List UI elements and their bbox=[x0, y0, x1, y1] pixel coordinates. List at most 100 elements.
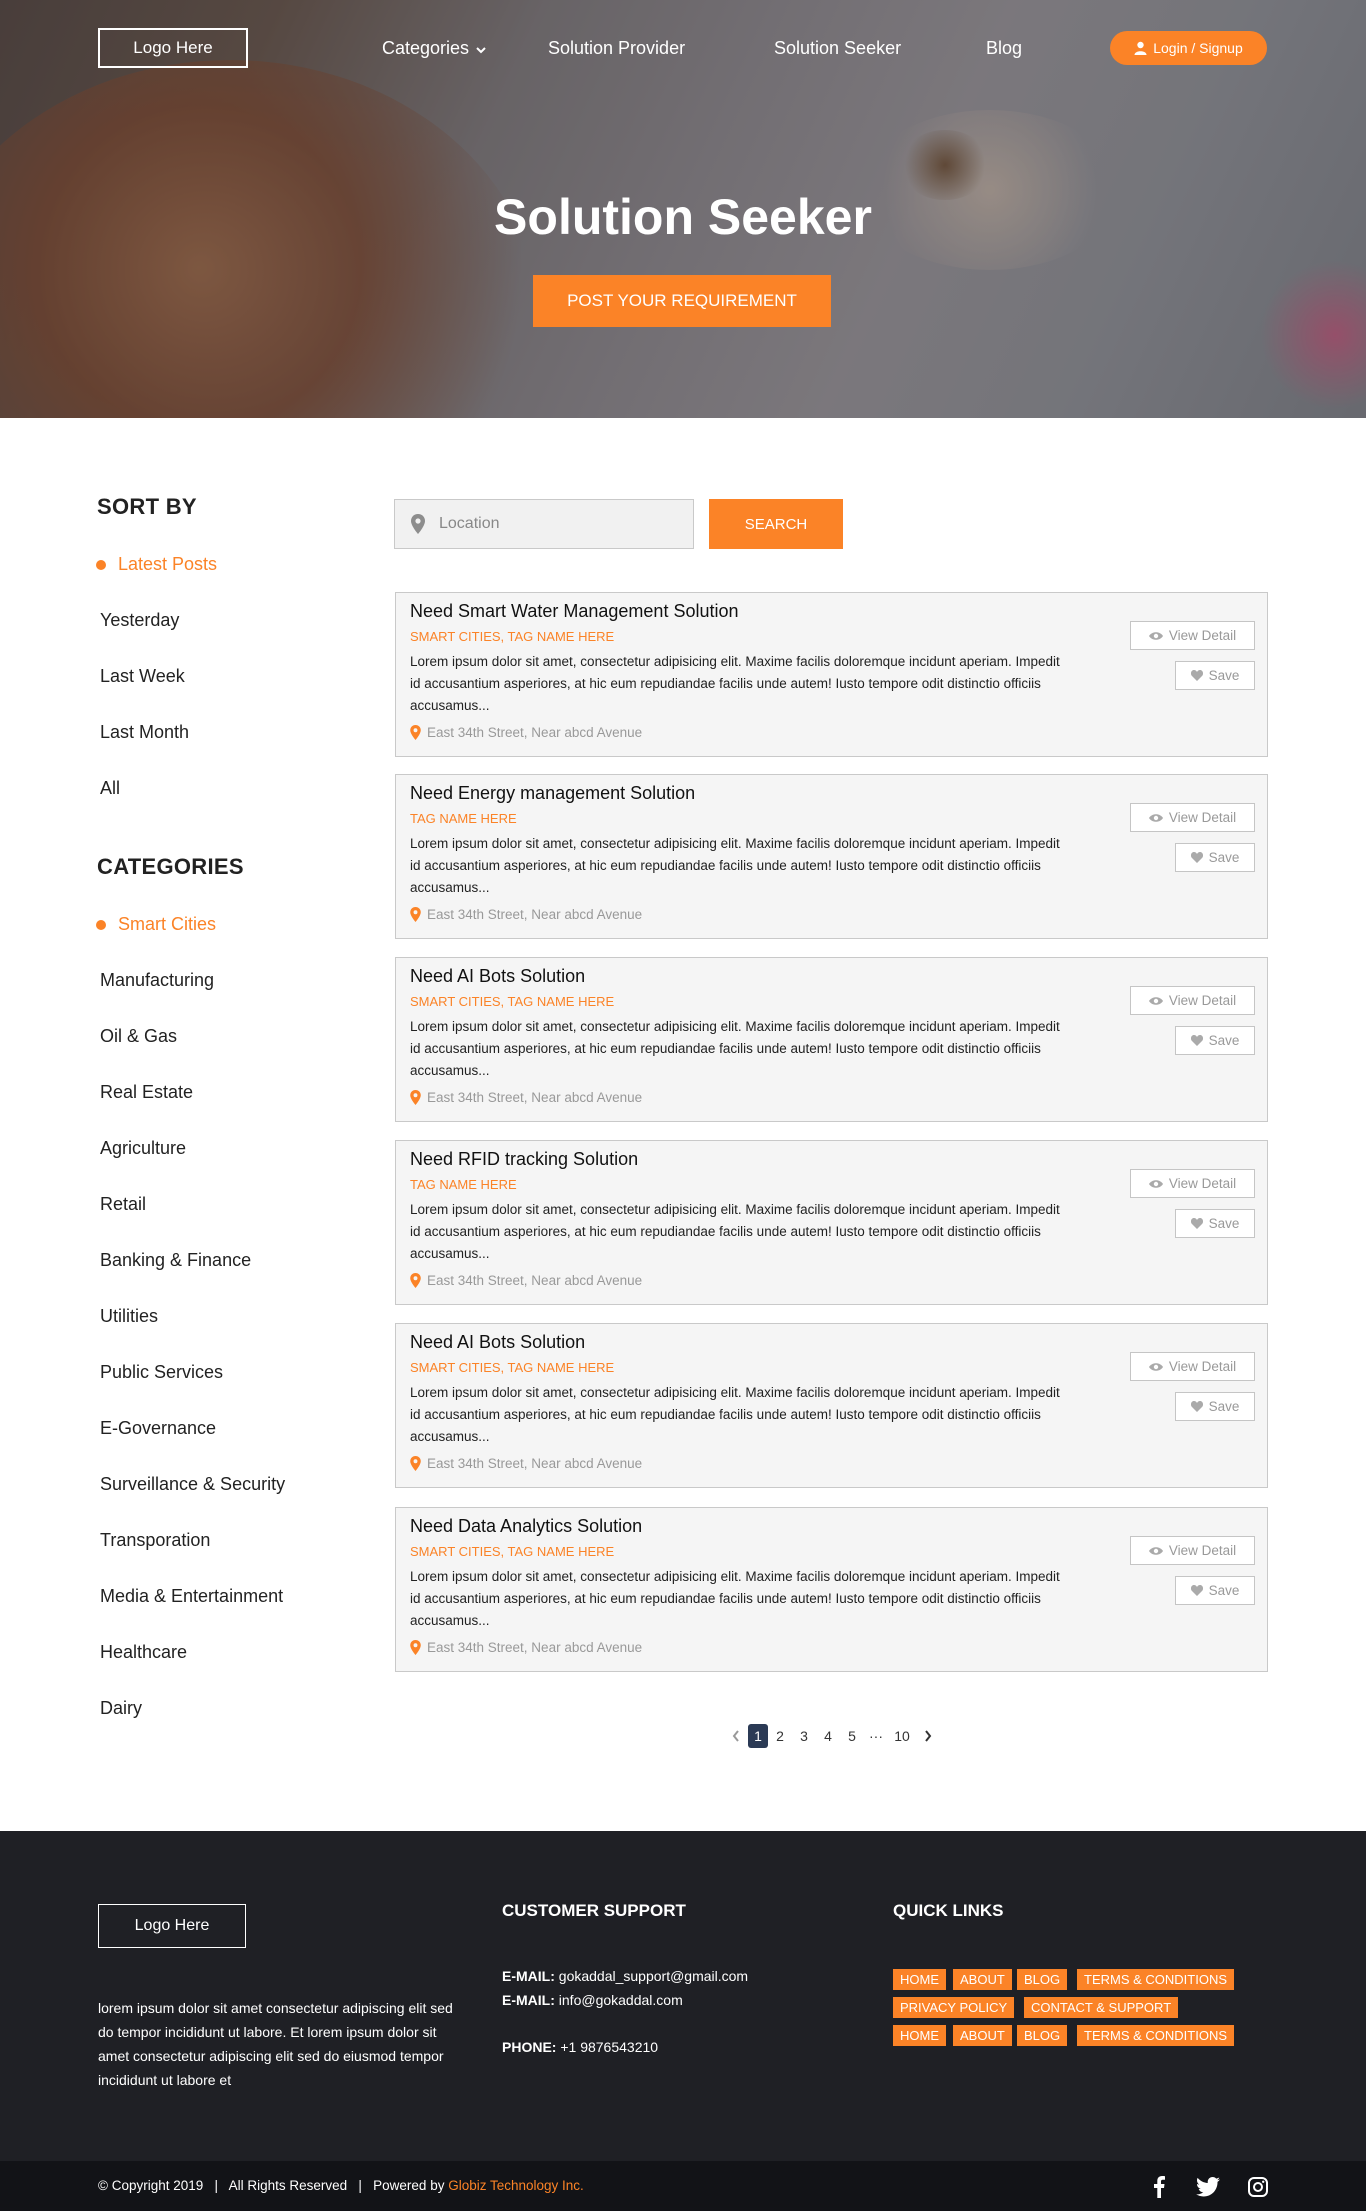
nav-blog[interactable]: Blog bbox=[986, 38, 1022, 59]
listing-title[interactable]: Need Smart Water Management Solution bbox=[410, 601, 739, 622]
category-item[interactable]: Public Services bbox=[100, 1362, 223, 1383]
category-item[interactable]: Manufacturing bbox=[100, 970, 214, 991]
page-4-button[interactable]: 4 bbox=[816, 1724, 840, 1748]
view-detail-label: View Detail bbox=[1168, 993, 1237, 1008]
sort-item-all[interactable]: All bbox=[100, 778, 120, 799]
instagram-icon[interactable] bbox=[1245, 2174, 1271, 2200]
save-label: Save bbox=[1208, 1583, 1240, 1598]
heart-icon bbox=[1190, 1218, 1203, 1229]
category-item[interactable]: Real Estate bbox=[100, 1082, 193, 1103]
save-button[interactable]: Save bbox=[1175, 1209, 1255, 1238]
category-item[interactable]: Transporation bbox=[100, 1530, 210, 1551]
quick-link-about[interactable]: ABOUT bbox=[953, 1969, 1012, 1990]
view-detail-label: View Detail bbox=[1168, 1359, 1237, 1374]
view-detail-button[interactable]: View Detail bbox=[1130, 803, 1255, 832]
quick-link-blog[interactable]: BLOG bbox=[1017, 1969, 1068, 1990]
quick-link-terms[interactable]: TERMS & CONDITIONS bbox=[1077, 2025, 1235, 2046]
phone-value[interactable]: +1 9876543210 bbox=[560, 2039, 658, 2055]
save-button[interactable]: Save bbox=[1175, 843, 1255, 872]
hero-banner: Logo Here Categories Solution Provider S… bbox=[0, 0, 1366, 418]
listing-title[interactable]: Need Energy management Solution bbox=[410, 783, 695, 804]
quick-link-home[interactable]: HOME bbox=[893, 2025, 946, 2046]
support-phone: PHONE: +1 9876543210 bbox=[502, 2039, 658, 2055]
nav-solution-provider[interactable]: Solution Provider bbox=[548, 38, 685, 59]
view-detail-label: View Detail bbox=[1168, 628, 1237, 643]
post-requirement-button[interactable]: POST YOUR REQUIREMENT bbox=[533, 275, 831, 327]
eye-icon bbox=[1148, 1179, 1163, 1188]
nav-solution-seeker[interactable]: Solution Seeker bbox=[774, 38, 901, 59]
location-input[interactable]: Location bbox=[394, 499, 694, 549]
search-button[interactable]: SEARCH bbox=[709, 499, 843, 549]
save-button[interactable]: Save bbox=[1175, 1392, 1255, 1421]
powered-by-brand[interactable]: Globiz Technology Inc. bbox=[448, 2178, 584, 2193]
category-item[interactable]: Healthcare bbox=[100, 1642, 187, 1663]
quick-link-home[interactable]: HOME bbox=[893, 1969, 946, 1990]
listing-tags: TAG NAME HERE bbox=[410, 1177, 517, 1192]
footer-logo[interactable]: Logo Here bbox=[98, 1904, 246, 1948]
heart-icon bbox=[1190, 1401, 1203, 1412]
category-item[interactable]: Banking & Finance bbox=[100, 1250, 251, 1271]
save-label: Save bbox=[1208, 850, 1240, 865]
view-detail-button[interactable]: View Detail bbox=[1130, 621, 1255, 650]
save-button[interactable]: Save bbox=[1175, 1026, 1255, 1055]
listing-title[interactable]: Need RFID tracking Solution bbox=[410, 1149, 638, 1170]
page-5-button[interactable]: 5 bbox=[840, 1724, 864, 1748]
nav-categories[interactable]: Categories bbox=[382, 38, 486, 59]
view-detail-button[interactable]: View Detail bbox=[1130, 1536, 1255, 1565]
login-signup-button[interactable]: Login / Signup bbox=[1110, 31, 1267, 65]
next-page-button[interactable] bbox=[916, 1724, 940, 1748]
footer-about-text: lorem ipsum dolor sit amet consectetur a… bbox=[98, 2000, 453, 2088]
view-detail-button[interactable]: View Detail bbox=[1130, 1352, 1255, 1381]
sort-item-latest-posts[interactable]: Latest Posts bbox=[118, 554, 217, 575]
sort-item-last-month[interactable]: Last Month bbox=[100, 722, 189, 743]
view-detail-button[interactable]: View Detail bbox=[1130, 1169, 1255, 1198]
copyright-bar: © Copyright 2019 | All Rights Reserved |… bbox=[0, 2161, 1366, 2211]
sort-by-heading: SORT BY bbox=[97, 494, 197, 519]
listing-location-text: East 34th Street, Near abcd Avenue bbox=[427, 1090, 643, 1105]
category-item[interactable]: Agriculture bbox=[100, 1138, 186, 1159]
category-item[interactable]: Retail bbox=[100, 1194, 146, 1215]
view-detail-button[interactable]: View Detail bbox=[1130, 986, 1255, 1015]
chevron-right-icon bbox=[925, 1730, 932, 1742]
page-10-button[interactable]: 10 bbox=[888, 1724, 916, 1748]
listing-title[interactable]: Need AI Bots Solution bbox=[410, 966, 585, 987]
nav-categories-label: Categories bbox=[382, 38, 470, 58]
location-placeholder: Location bbox=[439, 515, 500, 532]
listing-description: Lorem ipsum dolor sit amet, consectetur … bbox=[410, 1569, 1060, 1628]
site-logo[interactable]: Logo Here bbox=[98, 28, 248, 68]
category-item[interactable]: Utilities bbox=[100, 1306, 158, 1327]
eye-icon bbox=[1148, 1546, 1163, 1555]
save-label: Save bbox=[1208, 1033, 1240, 1048]
email-value[interactable]: gokaddal_support@gmail.com bbox=[559, 1968, 748, 1984]
listing-title[interactable]: Need Data Analytics Solution bbox=[410, 1516, 642, 1537]
save-button[interactable]: Save bbox=[1175, 661, 1255, 690]
save-button[interactable]: Save bbox=[1175, 1576, 1255, 1605]
view-detail-label: View Detail bbox=[1168, 810, 1237, 825]
category-item[interactable]: Surveillance & Security bbox=[100, 1474, 285, 1495]
sort-item-last-week[interactable]: Last Week bbox=[100, 666, 185, 687]
category-item[interactable]: Oil & Gas bbox=[100, 1026, 177, 1047]
listing-card: Need AI Bots Solution SMART CITIES, TAG … bbox=[395, 957, 1268, 1122]
listing-title[interactable]: Need AI Bots Solution bbox=[410, 1332, 585, 1353]
quick-links-heading: QUICK LINKS bbox=[893, 1901, 1004, 1920]
prev-page-button[interactable] bbox=[724, 1724, 748, 1748]
page-2-button[interactable]: 2 bbox=[768, 1724, 792, 1748]
email-value[interactable]: info@gokaddal.com bbox=[559, 1992, 683, 2008]
listing-description: Lorem ipsum dolor sit amet, consectetur … bbox=[410, 836, 1060, 895]
category-item[interactable]: Media & Entertainment bbox=[100, 1586, 283, 1607]
quick-link-about[interactable]: ABOUT bbox=[953, 2025, 1012, 2046]
twitter-icon[interactable] bbox=[1195, 2174, 1221, 2200]
sort-item-yesterday[interactable]: Yesterday bbox=[100, 610, 179, 631]
category-item-smart-cities[interactable]: Smart Cities bbox=[118, 914, 216, 935]
page-3-button[interactable]: 3 bbox=[792, 1724, 816, 1748]
email-label: E-MAIL: bbox=[502, 1968, 555, 1984]
page-1-button[interactable]: 1 bbox=[748, 1724, 768, 1748]
quick-link-contact[interactable]: CONTACT & SUPPORT bbox=[1024, 1997, 1179, 2018]
quick-link-blog[interactable]: BLOG bbox=[1017, 2025, 1068, 2046]
category-item[interactable]: E-Governance bbox=[100, 1418, 216, 1439]
quick-link-terms[interactable]: TERMS & CONDITIONS bbox=[1077, 1969, 1235, 1990]
category-item[interactable]: Dairy bbox=[100, 1698, 142, 1719]
quick-link-privacy[interactable]: PRIVACY POLICY bbox=[893, 1997, 1015, 2018]
eye-icon bbox=[1148, 996, 1163, 1005]
facebook-icon[interactable] bbox=[1146, 2174, 1172, 2200]
